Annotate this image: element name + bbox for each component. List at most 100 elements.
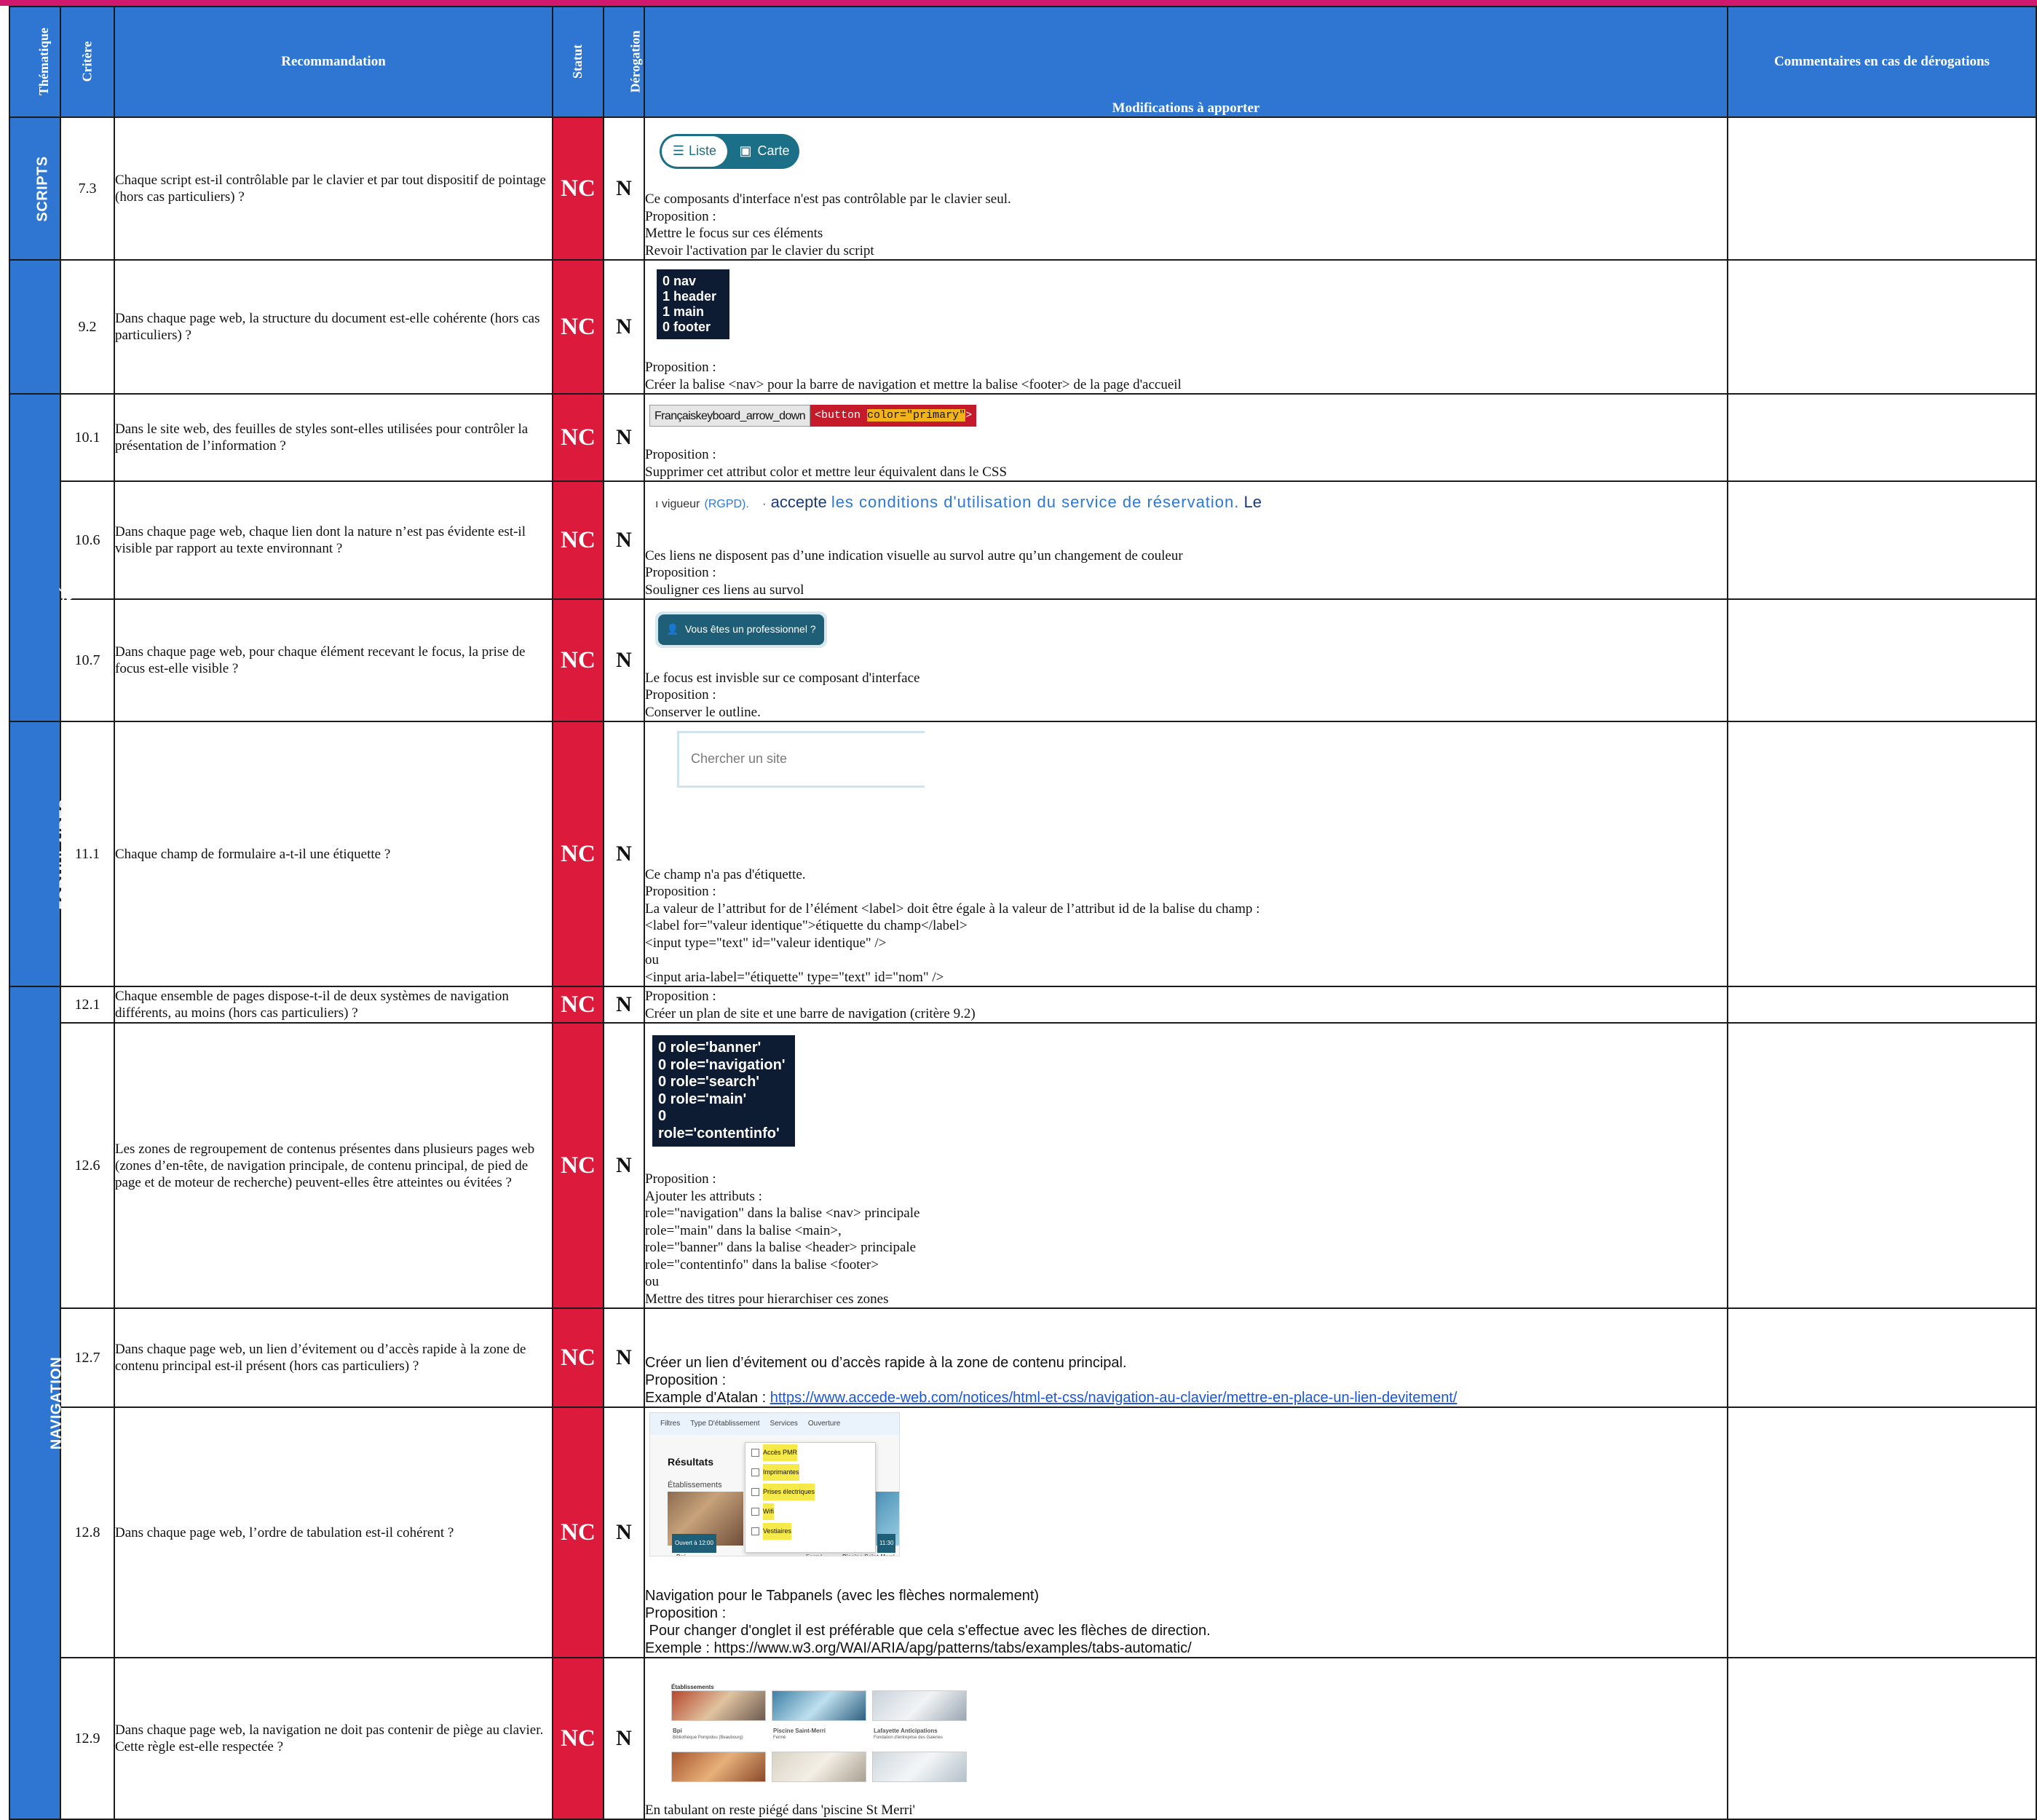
recommandation-cell: Dans chaque page web, l’ordre de tabulat…	[114, 1406, 553, 1658]
tab-services[interactable]: Services	[770, 1415, 798, 1433]
photo-thumbnail	[772, 1690, 866, 1721]
table-row: 12.6 Les zones de regroupement de conten…	[9, 1022, 2037, 1309]
commentaires-cell	[1727, 598, 2037, 722]
top-accent-bar	[0, 0, 2037, 6]
header-critere: Critère	[60, 6, 115, 118]
table-row: 12.9 Dans chaque page web, la navigation…	[9, 1657, 2037, 1820]
critere-cell: 12.8	[60, 1406, 115, 1658]
table-row: STRUCTURATION 9.2 Dans chaque page web, …	[9, 259, 2037, 395]
menu-item[interactable]: Wifi	[745, 1502, 875, 1522]
table-row: 10.6 Dans chaque page web, chaque lien d…	[9, 480, 2037, 600]
tab-type[interactable]: Type D'établissement	[690, 1415, 759, 1433]
commentaires-cell	[1727, 393, 2037, 482]
filter-tabs: Filtres Type D'établissement Services Ou…	[650, 1413, 899, 1435]
header-modifications: Modifications à apporter	[644, 6, 1728, 118]
table-row: SCRIPTS 7.3 Chaque script est-il contrôl…	[9, 116, 2037, 261]
commentaires-cell	[1727, 721, 2037, 987]
statut-badge: NC	[552, 393, 604, 482]
photo-thumbnail	[872, 1752, 967, 1782]
menu-item[interactable]: Accès PMR	[745, 1443, 875, 1463]
header-statut: Statut	[552, 6, 604, 118]
table-row: 12.8 Dans chaque page web, l’ordre de ta…	[9, 1406, 2037, 1658]
statut-badge: NC	[552, 986, 604, 1024]
theme-scripts: SCRIPTS	[9, 116, 61, 261]
landmark-count-box: 0 nav 1 header 1 main 0 footer	[657, 269, 729, 339]
checkbox-icon	[751, 1508, 759, 1516]
tab-ouverture[interactable]: Ouverture	[808, 1415, 840, 1433]
commentaires-cell	[1727, 1022, 2037, 1309]
conditions-link[interactable]: les conditions d'utilisation du service …	[831, 493, 1240, 511]
recommandation-cell: Dans le site web, des feuilles de styles…	[114, 393, 553, 482]
role-count-box: 0 role='banner' 0 role='navigation' 0 role…	[652, 1035, 795, 1147]
modifications-cell: 0 role='banner' 0 role='navigation' 0 role…	[644, 1022, 1728, 1309]
list-map-toggle[interactable]: ☰ Liste ▣ Carte	[660, 134, 799, 169]
theme-formulaires: FORMULAIRES	[9, 721, 74, 987]
commentaires-cell	[1727, 1307, 2037, 1408]
derogation-cell: N	[603, 598, 645, 722]
services-dropdown: Accès PMR Imprimantes Prises électriques…	[745, 1442, 876, 1553]
header-thematique: Thématique	[9, 6, 61, 118]
tabpanel-screenshot: Filtres Type D'établissement Services Ou…	[649, 1412, 900, 1556]
theme-structuration: STRUCTURATION	[9, 259, 82, 395]
critere-cell: 12.9	[60, 1657, 115, 1820]
recommandation-cell: Chaque ensemble de pages dispose-t-il de…	[114, 986, 553, 1024]
statut-badge: NC	[552, 721, 604, 987]
statut-badge: NC	[552, 480, 604, 600]
checkbox-icon	[751, 1468, 759, 1476]
toggle-option-carte[interactable]: ▣ Carte	[732, 136, 796, 167]
statut-badge: NC	[552, 116, 604, 261]
commentaires-cell	[1727, 1406, 2037, 1658]
audit-table: Thématique Critère Recommandation Statut…	[9, 6, 2037, 1820]
recommandation-cell: Chaque script est-il contrôlable par le …	[114, 116, 553, 261]
critere-cell: 10.7	[60, 598, 115, 722]
derogation-cell: N	[603, 259, 645, 395]
statut-badge: NC	[552, 259, 604, 395]
derogation-cell: N	[603, 1406, 645, 1658]
table-row: NAVIGATION 12.1 Chaque ensemble de pages…	[9, 986, 2037, 1820]
search-site-input[interactable]: Chercher un site	[677, 731, 925, 788]
modifications-cell: ı vigueur (RGPD). · accepte les conditio…	[644, 480, 1728, 600]
professional-button[interactable]: 👤 Vous êtes un professionnel ?	[658, 614, 824, 645]
tab-filtres[interactable]: Filtres	[660, 1415, 680, 1433]
modifications-cell: Proposition : Créer un plan de site et u…	[644, 986, 1728, 1024]
statut-badge: NC	[552, 598, 604, 722]
derogation-cell: N	[603, 721, 645, 987]
table-header-row: Thématique Critère Recommandation Statut…	[9, 6, 2037, 118]
statut-badge: NC	[552, 1022, 604, 1309]
derogation-cell: N	[603, 1022, 645, 1309]
modifications-cell: ☰ Liste ▣ Carte Ce composants d'interface …	[644, 116, 1728, 261]
statut-badge: NC	[552, 1657, 604, 1820]
modifications-cell: Chercher un site Ce champ n'a pas d'étiq…	[644, 721, 1728, 987]
theme-navigation: NAVIGATION	[9, 986, 64, 1820]
header-commentaires: Commentaires en cas de dérogations	[1727, 6, 2037, 118]
derogation-cell: N	[603, 986, 645, 1024]
menu-item[interactable]: Prises électriques	[745, 1482, 875, 1502]
photo-thumbnail	[671, 1752, 766, 1782]
modifications-cell: Créer un lien d’évitement ou d’accès rap…	[644, 1307, 1728, 1408]
modifications-cell: Filtres Type D'établissement Services Ou…	[644, 1406, 1728, 1658]
statut-badge: NC	[552, 1307, 604, 1408]
derogation-cell: N	[603, 116, 645, 261]
critere-cell: 12.7	[60, 1307, 115, 1408]
modifications-cell: Établissements Bpi Piscine Saint-Merri L…	[644, 1657, 1728, 1820]
recommandation-cell: Les zones de regroupement de contenus pr…	[114, 1022, 553, 1309]
menu-item[interactable]: Imprimantes	[745, 1463, 875, 1482]
menu-item[interactable]: Vestiaires	[745, 1522, 875, 1541]
commentaires-cell	[1727, 259, 2037, 395]
recommandation-cell: Dans chaque page web, pour chaque élémen…	[114, 598, 553, 722]
atalan-example-link[interactable]: https://www.accede-web.com/notices/html-…	[770, 1390, 1457, 1406]
checkbox-icon	[751, 1527, 759, 1535]
modifications-cell: 0 nav 1 header 1 main 0 footer Proposition …	[644, 259, 1728, 395]
derogation-cell: N	[603, 1657, 645, 1820]
critere-cell: 10.1	[60, 393, 115, 482]
critere-cell: 7.3	[60, 116, 115, 261]
table-row: 10.7 Dans chaque page web, pour chaque é…	[9, 598, 2037, 722]
table-row: 12.7 Dans chaque page web, un lien d’évi…	[9, 1307, 2037, 1408]
photo-thumbnail	[872, 1690, 967, 1721]
recommandation-cell: Chaque champ de formulaire a-t-il une ét…	[114, 721, 553, 987]
toggle-option-liste[interactable]: ☰ Liste	[662, 136, 727, 167]
link-sample: ı vigueur (RGPD). · accepte les conditio…	[655, 493, 1262, 511]
checkbox-icon	[751, 1449, 759, 1457]
critere-cell: 12.1	[60, 986, 115, 1024]
map-icon: ▣	[739, 143, 752, 159]
